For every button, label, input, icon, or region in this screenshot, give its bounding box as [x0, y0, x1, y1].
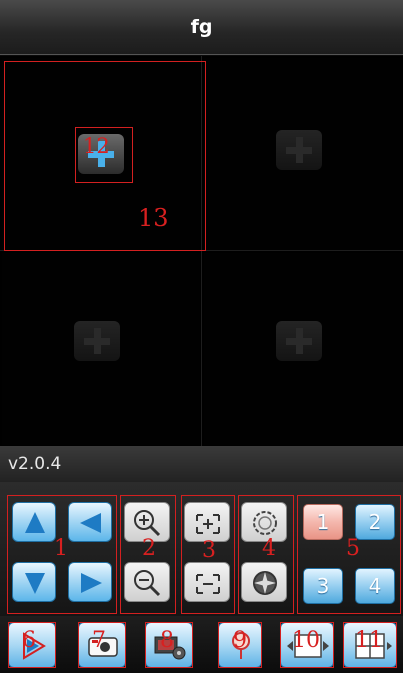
annotation-label-7: 7 [92, 628, 106, 653]
annotation-label-10: 10 [292, 628, 320, 653]
add-camera-button[interactable] [74, 321, 120, 361]
annotation-label-6: 6 [22, 628, 36, 653]
version-bar: v2.0.4 [0, 446, 403, 482]
annotation-label-13: 13 [138, 204, 169, 232]
annotation-label-2: 2 [142, 536, 156, 561]
add-camera-button[interactable] [276, 130, 322, 170]
bottom-toolbar: 6 7 8 9 10 11 [0, 616, 403, 673]
annotation-label-9: 9 [233, 628, 247, 653]
annotation-label-12: 12 [83, 134, 110, 158]
annotation-label-11: 11 [355, 628, 383, 653]
video-cell-3[interactable] [2, 253, 200, 445]
video-cell-4[interactable] [204, 253, 402, 445]
page-title: fg [190, 16, 213, 38]
annotation-label-5: 5 [346, 536, 360, 561]
annotation-label-8: 8 [160, 628, 174, 653]
video-cell-2[interactable] [204, 58, 402, 250]
version-label: v2.0.4 [8, 454, 62, 474]
annotation-label-3: 3 [202, 538, 216, 563]
annotation-label-1: 1 [54, 536, 68, 561]
title-bar: fg [0, 0, 403, 55]
add-camera-button[interactable] [276, 321, 322, 361]
video-grid: 12 13 [0, 56, 403, 446]
control-panel: 1 2 3 4 1 2 3 4 5 [0, 482, 403, 616]
annotation-label-4: 4 [262, 536, 276, 561]
